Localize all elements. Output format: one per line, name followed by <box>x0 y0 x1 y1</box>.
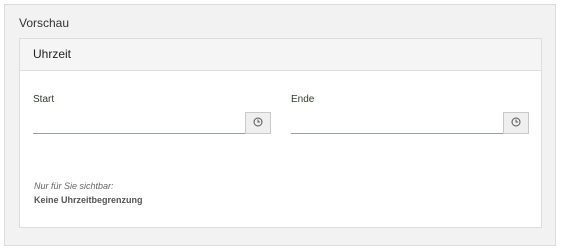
end-label: Ende <box>291 94 315 105</box>
preview-container: Vorschau Uhrzeit Start Ende Nur für Sie … <box>4 4 556 246</box>
clock-icon <box>253 114 263 132</box>
start-label: Start <box>33 94 55 105</box>
end-time-field <box>291 112 529 134</box>
start-clock-button[interactable] <box>245 112 271 134</box>
time-limit-status: Keine Uhrzeitbegrenzung <box>34 195 143 205</box>
time-panel: Uhrzeit Start Ende Nur für Sie sichtbar:… <box>19 38 542 228</box>
panel-header: Uhrzeit <box>20 39 541 71</box>
visibility-note: Nur für Sie sichtbar: <box>34 181 114 191</box>
start-time-field <box>33 112 271 134</box>
start-time-input[interactable] <box>33 112 243 133</box>
preview-title: Vorschau <box>19 16 70 30</box>
end-clock-button[interactable] <box>503 112 529 134</box>
end-time-input[interactable] <box>291 112 501 133</box>
clock-icon <box>511 114 521 132</box>
